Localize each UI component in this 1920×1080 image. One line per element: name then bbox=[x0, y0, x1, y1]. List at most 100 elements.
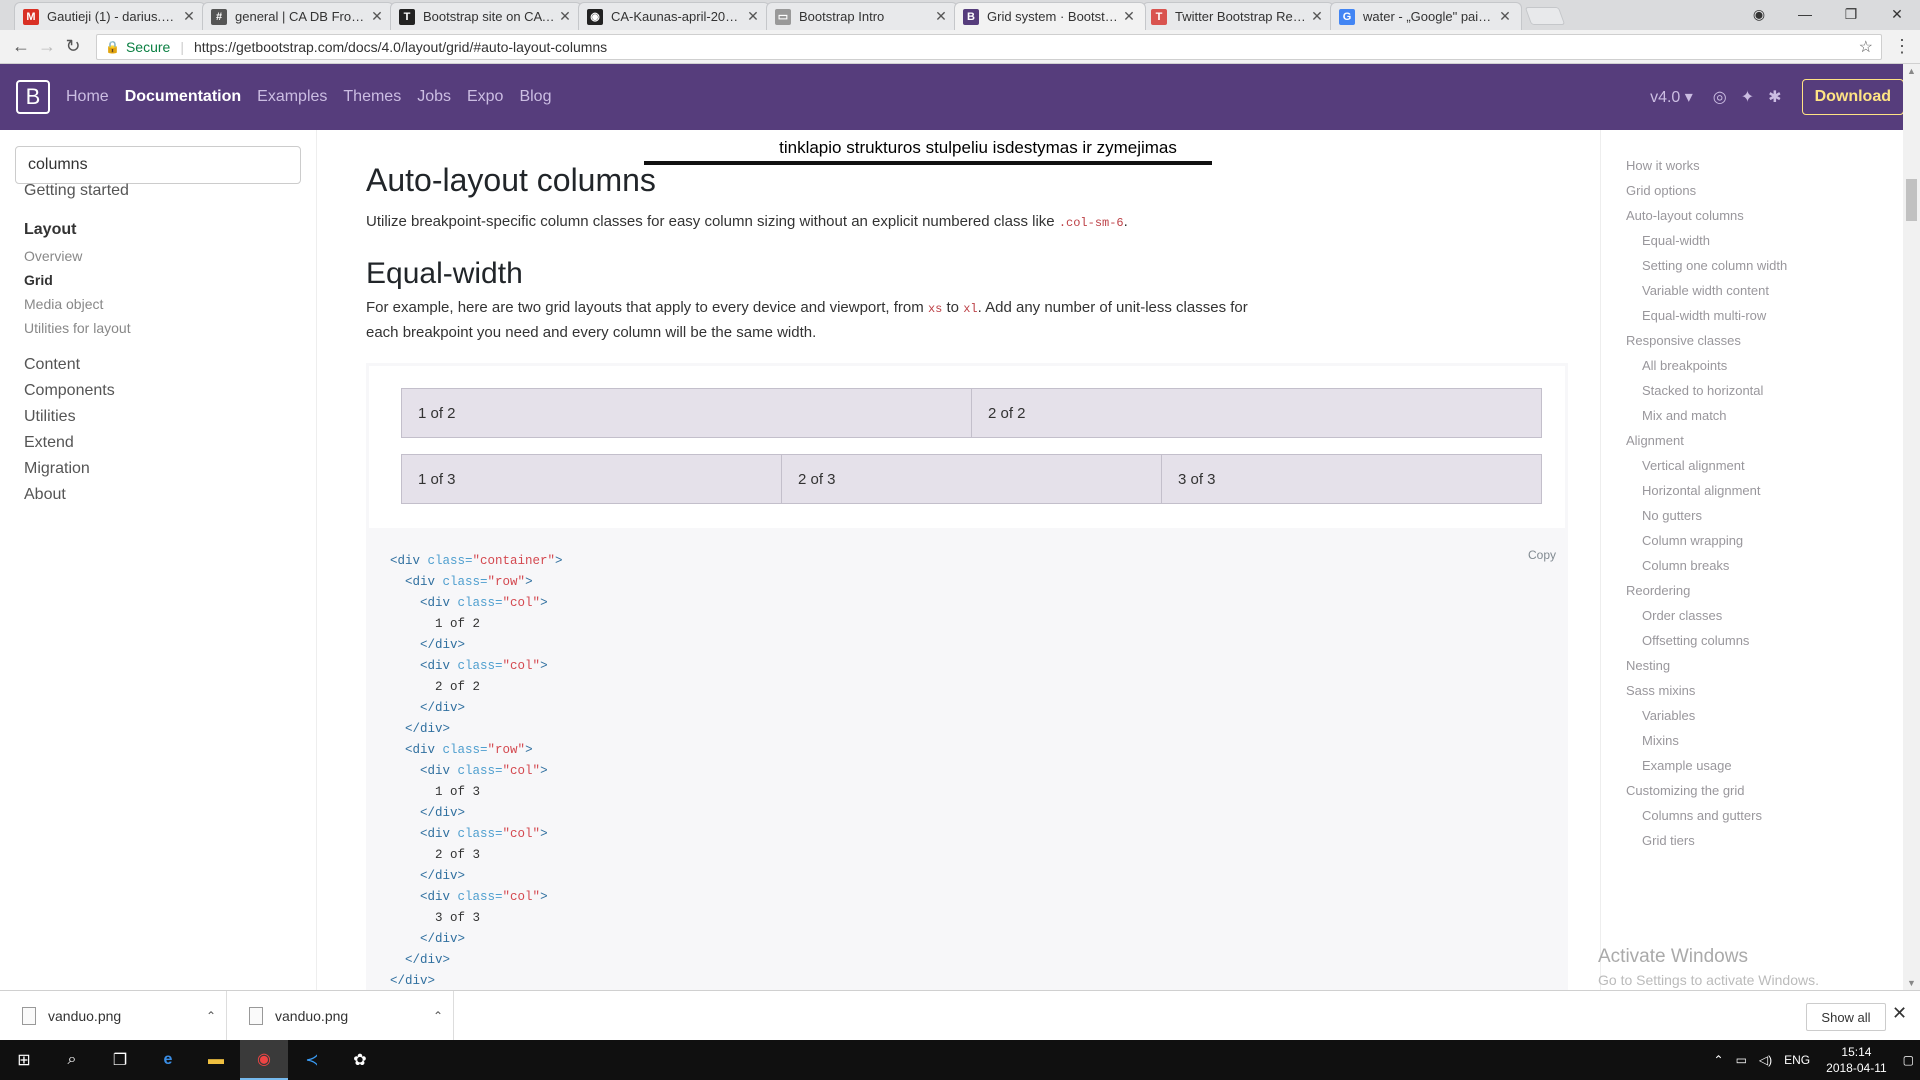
close-tab-icon[interactable]: ✕ bbox=[181, 8, 197, 25]
close-tab-icon[interactable]: ✕ bbox=[1497, 8, 1513, 25]
download-item[interactable]: vanduo.png ⌃ bbox=[227, 991, 454, 1041]
sidebar-section-components[interactable]: Components bbox=[24, 382, 115, 400]
browser-tab[interactable]: Gwater - „Google" paieška ✕ bbox=[1330, 2, 1522, 30]
close-tab-icon[interactable]: ✕ bbox=[369, 8, 385, 25]
browser-tab[interactable]: # general | CA DB Fron-en ✕ bbox=[202, 2, 394, 30]
notifications-icon[interactable]: ▢ bbox=[1903, 1053, 1914, 1067]
nav-link-expo[interactable]: Expo bbox=[467, 88, 503, 106]
toc-link[interactable]: Alignment bbox=[1626, 433, 1684, 448]
close-window-icon[interactable]: ✕ bbox=[1874, 6, 1920, 23]
toc-link[interactable]: Grid tiers bbox=[1642, 833, 1695, 848]
close-tab-icon[interactable]: ✕ bbox=[745, 8, 761, 25]
sidebar-section-extend[interactable]: Extend bbox=[24, 434, 74, 452]
sidebar-section-getting-started[interactable]: Getting started bbox=[24, 182, 129, 200]
new-tab-button[interactable] bbox=[1524, 7, 1566, 25]
toc-link[interactable]: Columns and gutters bbox=[1642, 808, 1762, 823]
version-dropdown[interactable]: v4.0 ▾ bbox=[1650, 87, 1693, 107]
forward-icon[interactable]: → bbox=[34, 36, 60, 57]
scroll-down-icon[interactable]: ▼ bbox=[1903, 978, 1920, 988]
profile-icon[interactable]: ◉ bbox=[1736, 6, 1782, 23]
copy-button[interactable]: Copy bbox=[1528, 545, 1556, 566]
edge-icon[interactable]: e bbox=[144, 1040, 192, 1080]
toc-link[interactable]: No gutters bbox=[1642, 508, 1702, 523]
back-icon[interactable]: ← bbox=[8, 36, 34, 57]
sidebar-section-utilities[interactable]: Utilities bbox=[24, 408, 76, 426]
scroll-up-icon[interactable]: ▲ bbox=[1903, 66, 1920, 76]
toc-link[interactable]: Reordering bbox=[1626, 583, 1690, 598]
close-download-bar-icon[interactable]: ✕ bbox=[1892, 1003, 1907, 1024]
twitter-icon[interactable]: ✦ bbox=[1741, 87, 1754, 107]
scroll-thumb[interactable] bbox=[1906, 179, 1917, 221]
file-explorer-icon[interactable]: ▬ bbox=[192, 1040, 240, 1080]
slack-icon[interactable]: ✱ bbox=[1768, 87, 1781, 107]
close-tab-icon[interactable]: ✕ bbox=[1309, 8, 1325, 25]
toc-link[interactable]: Setting one column width bbox=[1642, 258, 1787, 273]
clock[interactable]: 15:14 2018-04-11 bbox=[1826, 1044, 1887, 1076]
nav-link-home[interactable]: Home bbox=[66, 88, 109, 106]
sidebar-section-about[interactable]: About bbox=[24, 486, 66, 504]
download-item[interactable]: vanduo.png ⌃ bbox=[0, 991, 227, 1041]
close-tab-icon[interactable]: ✕ bbox=[1121, 8, 1137, 25]
toc-link[interactable]: Offsetting columns bbox=[1642, 633, 1749, 648]
address-bar[interactable]: 🔒 Secure | https://getbootstrap.com/docs… bbox=[96, 33, 1882, 60]
toc-link[interactable]: Responsive classes bbox=[1626, 333, 1741, 348]
toc-link[interactable]: How it works bbox=[1626, 158, 1700, 173]
sidebar-item-overview[interactable]: Overview bbox=[24, 248, 82, 264]
nav-link-blog[interactable]: Blog bbox=[519, 88, 551, 106]
minimize-icon[interactable]: — bbox=[1782, 6, 1828, 22]
close-tab-icon[interactable]: ✕ bbox=[933, 8, 949, 25]
toc-link[interactable]: Horizontal alignment bbox=[1642, 483, 1761, 498]
nav-link-themes[interactable]: Themes bbox=[343, 88, 401, 106]
vscode-icon[interactable]: ≺ bbox=[288, 1040, 336, 1080]
sidebar-item-utilities-for-layout[interactable]: Utilities for layout bbox=[24, 320, 131, 336]
toc-link[interactable]: Grid options bbox=[1626, 183, 1696, 198]
language-indicator[interactable]: ENG bbox=[1784, 1053, 1810, 1067]
windows-start-icon[interactable]: ⊞ bbox=[0, 1040, 48, 1080]
browser-tab[interactable]: T Twitter Bootstrap Respo ✕ bbox=[1142, 2, 1334, 30]
sidebar-item-media-object[interactable]: Media object bbox=[24, 296, 103, 312]
show-all-button[interactable]: Show all bbox=[1806, 1003, 1886, 1031]
restore-icon[interactable]: ❐ bbox=[1828, 6, 1874, 23]
tray-chevron-icon[interactable]: ⌃ bbox=[1714, 1053, 1724, 1067]
close-tab-icon[interactable]: ✕ bbox=[557, 8, 573, 25]
browser-tab[interactable]: ▭ Bootstrap Intro ✕ bbox=[766, 2, 958, 30]
nav-link-examples[interactable]: Examples bbox=[257, 88, 327, 106]
network-icon[interactable]: ▭ bbox=[1736, 1053, 1747, 1067]
toc-link[interactable]: Equal-width multi-row bbox=[1642, 308, 1766, 323]
bookmark-star-icon[interactable]: ☆ bbox=[1859, 37, 1873, 57]
volume-icon[interactable]: ◁) bbox=[1759, 1053, 1772, 1067]
reload-icon[interactable]: ↻ bbox=[60, 36, 86, 57]
toc-link[interactable]: Customizing the grid bbox=[1626, 783, 1745, 798]
search-input[interactable] bbox=[15, 146, 301, 184]
sidebar-section-content[interactable]: Content bbox=[24, 356, 80, 374]
browser-tab[interactable]: B Grid system · Bootstrap ✕ bbox=[954, 2, 1146, 30]
download-button[interactable]: Download bbox=[1801, 79, 1904, 115]
toc-link[interactable]: Vertical alignment bbox=[1642, 458, 1745, 473]
toc-link[interactable]: Mixins bbox=[1642, 733, 1679, 748]
chevron-up-icon[interactable]: ⌃ bbox=[196, 1009, 226, 1023]
sidebar-item-grid[interactable]: Grid bbox=[24, 272, 53, 288]
sidebar-section-migration[interactable]: Migration bbox=[24, 460, 90, 478]
search-icon[interactable]: ⌕ bbox=[48, 1040, 96, 1080]
toc-link[interactable]: Variable width content bbox=[1642, 283, 1769, 298]
app-icon[interactable]: ✿ bbox=[336, 1040, 384, 1080]
toc-link[interactable]: Auto-layout columns bbox=[1626, 208, 1744, 223]
toc-link[interactable]: Column wrapping bbox=[1642, 533, 1743, 548]
task-view-icon[interactable]: ❐ bbox=[96, 1040, 144, 1080]
bootstrap-logo[interactable]: B bbox=[16, 80, 50, 114]
chrome-icon[interactable]: ◉ bbox=[240, 1040, 288, 1080]
toc-link[interactable]: Sass mixins bbox=[1626, 683, 1695, 698]
browser-tab[interactable]: T Bootstrap site on CA DB ✕ bbox=[390, 2, 582, 30]
github-icon[interactable]: ◎ bbox=[1713, 87, 1727, 107]
browser-menu-icon[interactable]: ⋮ bbox=[1892, 36, 1912, 57]
toc-link[interactable]: Mix and match bbox=[1642, 408, 1727, 423]
nav-link-documentation[interactable]: Documentation bbox=[125, 88, 241, 106]
sidebar-section-layout[interactable]: Layout bbox=[24, 221, 76, 239]
toc-link[interactable]: Order classes bbox=[1642, 608, 1722, 623]
toc-link[interactable]: Example usage bbox=[1642, 758, 1732, 773]
chevron-up-icon[interactable]: ⌃ bbox=[423, 1009, 453, 1023]
page-scrollbar[interactable]: ▲ ▼ bbox=[1903, 64, 1920, 990]
toc-link[interactable]: Variables bbox=[1642, 708, 1695, 723]
nav-link-jobs[interactable]: Jobs bbox=[417, 88, 451, 106]
browser-tab[interactable]: ◉ CA-Kaunas-april-2018/in ✕ bbox=[578, 2, 770, 30]
